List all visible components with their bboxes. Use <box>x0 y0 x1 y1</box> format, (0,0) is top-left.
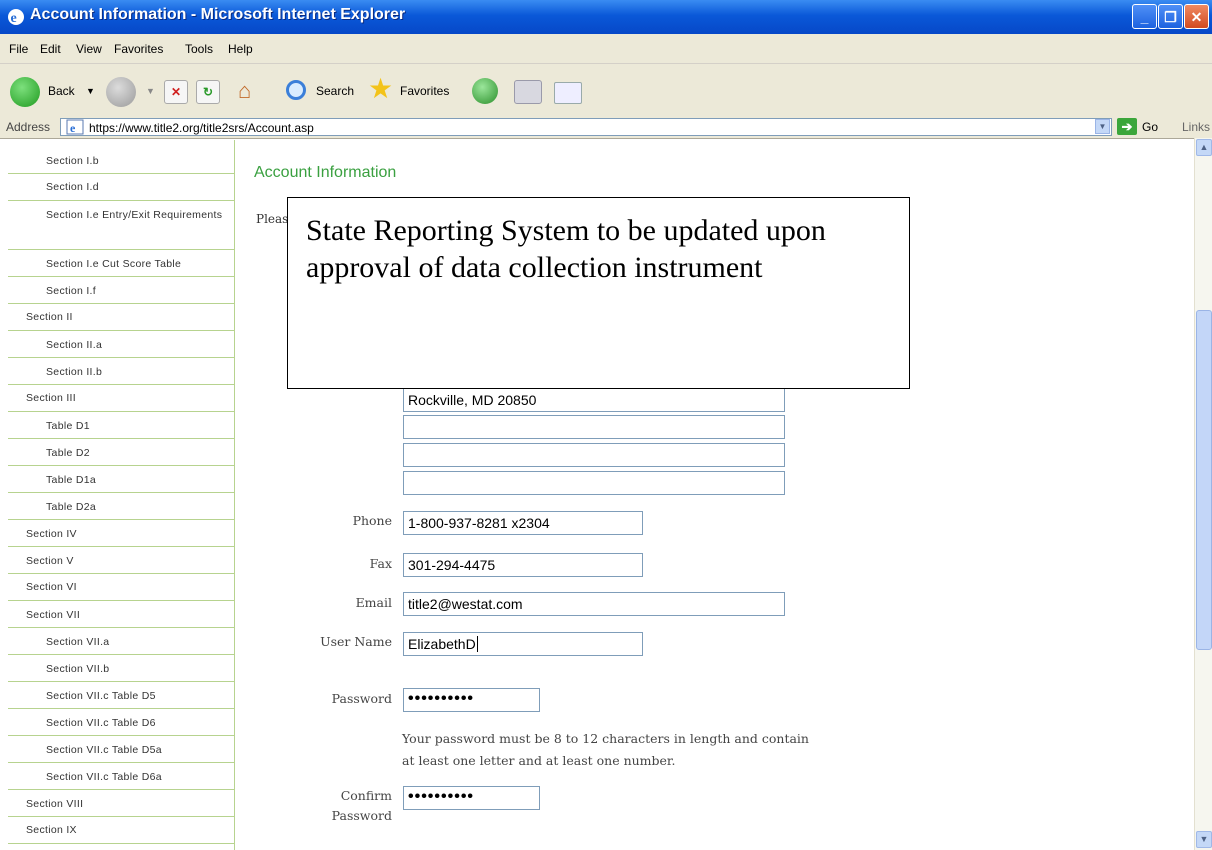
sidebar-item-section-1d[interactable]: Section I.d <box>8 174 234 201</box>
browser-toolbar: Back ▼ ▼ ✕ ↻ ⌂ Search ★ Favorites <box>0 64 1212 120</box>
edit-icon[interactable] <box>554 82 582 104</box>
svg-text:e: e <box>70 121 76 135</box>
sidebar-item-section-7b[interactable]: Section VII.b <box>8 655 234 682</box>
back-arrow-icon[interactable] <box>10 77 40 107</box>
address-bar: Address e https://www.title2.org/title2s… <box>0 117 1212 139</box>
back-dropdown-icon[interactable]: ▼ <box>86 86 95 96</box>
sidebar-item-table-d1a[interactable]: Table D1a <box>8 466 234 493</box>
forward-dropdown-icon[interactable]: ▼ <box>146 86 155 96</box>
address-dropdown-icon[interactable]: ▼ <box>1095 119 1110 134</box>
svg-text:e: e <box>11 11 17 26</box>
sidebar-item-section-7a[interactable]: Section VII.a <box>8 628 234 655</box>
stop-icon[interactable]: ✕ <box>164 80 188 104</box>
sidebar-item-table-d2[interactable]: Table D2 <box>8 439 234 466</box>
sidebar-item-section-4[interactable]: Section IV <box>8 520 234 547</box>
email-label: Email <box>355 595 392 610</box>
close-button[interactable]: ✕ <box>1184 4 1209 29</box>
back-label[interactable]: Back <box>48 84 75 98</box>
address-extra-field-2[interactable] <box>403 443 785 467</box>
window-titlebar: e Account Information - Microsoft Intern… <box>0 0 1212 34</box>
menu-bar: File Edit View Favorites Tools Help <box>0 34 1212 91</box>
username-field[interactable]: ElizabethD <box>403 632 643 656</box>
sidebar-item-section-1b[interactable]: Section I.b <box>8 149 234 174</box>
confirm-password-field[interactable]: •••••••••• <box>403 786 540 810</box>
sidebar-item-section-2[interactable]: Section II <box>8 304 234 331</box>
window-title: Account Information - Microsoft Internet… <box>30 6 406 23</box>
scroll-thumb[interactable] <box>1196 310 1212 650</box>
sidebar-item-section-7c-d5[interactable]: Section VII.c Table D5 <box>8 682 234 709</box>
confirm-password-label: Confirm Password <box>331 788 392 823</box>
menu-favorites[interactable]: Favorites <box>114 42 163 56</box>
phone-label: Phone <box>352 513 392 528</box>
refresh-icon[interactable]: ↻ <box>196 80 220 104</box>
sidebar-item-table-d2a[interactable]: Table D2a <box>8 493 234 520</box>
intro-text: Pleas <box>256 212 289 226</box>
phone-field[interactable]: 1-800-937-8281 x2304 <box>403 511 643 535</box>
sidebar-item-section-1e-cut-score[interactable]: Section I.e Cut Score Table <box>8 250 234 277</box>
sidebar-item-section-7[interactable]: Section VII <box>8 601 234 628</box>
sidebar-item-section-1f[interactable]: Section I.f <box>8 277 234 304</box>
search-icon[interactable] <box>286 80 306 100</box>
search-label[interactable]: Search <box>316 84 354 98</box>
menu-edit[interactable]: Edit <box>40 42 61 56</box>
text-cursor <box>476 636 478 652</box>
sidebar-item-section-6[interactable]: Section VI <box>8 574 234 601</box>
history-icon[interactable] <box>472 78 498 104</box>
address-extra-field-3[interactable] <box>403 471 785 495</box>
page-title: Account Information <box>254 164 397 181</box>
sidebar-item-section-9[interactable]: Section IX <box>8 817 234 844</box>
address-input[interactable]: e https://www.title2.org/title2srs/Accou… <box>60 118 1112 136</box>
fax-label: Fax <box>369 556 392 571</box>
sidebar-item-section-8[interactable]: Section VIII <box>8 790 234 817</box>
maximize-button[interactable]: ❐ <box>1158 4 1183 29</box>
menu-file[interactable]: File <box>9 42 28 56</box>
vertical-scrollbar[interactable]: ▲ ▼ <box>1194 138 1212 850</box>
page-icon: e <box>66 119 84 135</box>
favorites-label[interactable]: Favorites <box>400 84 449 98</box>
go-button[interactable]: Go <box>1142 120 1158 134</box>
minimize-button[interactable]: _ <box>1132 4 1157 29</box>
address-label: Address <box>6 120 51 134</box>
ie-icon: e <box>8 9 24 26</box>
go-arrow-icon[interactable]: ➔ <box>1117 118 1137 135</box>
password-label: Password <box>331 691 392 706</box>
password-field[interactable]: •••••••••• <box>403 688 540 712</box>
print-icon[interactable] <box>514 80 542 104</box>
menu-tools[interactable]: Tools <box>185 42 213 56</box>
sidebar-item-section-3[interactable]: Section III <box>8 385 234 412</box>
sidebar-item-section-5[interactable]: Section V <box>8 547 234 574</box>
scroll-up-icon[interactable]: ▲ <box>1196 139 1212 156</box>
links-button[interactable]: Links <box>1182 120 1210 134</box>
notice-overlay: State Reporting System to be updated upo… <box>287 197 910 389</box>
sidebar-item-section-7c-d5a[interactable]: Section VII.c Table D5a <box>8 736 234 763</box>
scroll-down-icon[interactable]: ▼ <box>1196 831 1212 848</box>
username-label: User Name <box>320 634 392 649</box>
menu-view[interactable]: View <box>76 42 102 56</box>
address-line-field[interactable]: Rockville, MD 20850 <box>403 388 785 412</box>
notice-text: State Reporting System to be updated upo… <box>306 214 826 284</box>
favorites-star-icon[interactable]: ★ <box>368 74 393 104</box>
password-hint: Your password must be 8 to 12 characters… <box>402 731 809 768</box>
address-extra-field-1[interactable] <box>403 415 785 439</box>
sidebar-nav: Section I.b Section I.d Section I.e Entr… <box>8 140 235 850</box>
fax-field[interactable]: 301-294-4475 <box>403 553 643 577</box>
sidebar-item-section-1e-entry-exit[interactable]: Section I.e Entry/Exit Requirements <box>8 201 234 250</box>
sidebar-item-section-2b[interactable]: Section II.b <box>8 358 234 385</box>
sidebar-item-section-2a[interactable]: Section II.a <box>8 331 234 358</box>
sidebar-item-table-d1[interactable]: Table D1 <box>8 412 234 439</box>
home-icon[interactable]: ⌂ <box>238 78 264 104</box>
email-field[interactable]: title2@westat.com <box>403 592 785 616</box>
sidebar-item-section-7c-d6a[interactable]: Section VII.c Table D6a <box>8 763 234 790</box>
forward-arrow-icon[interactable] <box>106 77 136 107</box>
sidebar-item-section-7c-d6[interactable]: Section VII.c Table D6 <box>8 709 234 736</box>
address-url: https://www.title2.org/title2srs/Account… <box>89 121 314 135</box>
menu-help[interactable]: Help <box>228 42 253 56</box>
username-value: ElizabethD <box>408 636 476 652</box>
